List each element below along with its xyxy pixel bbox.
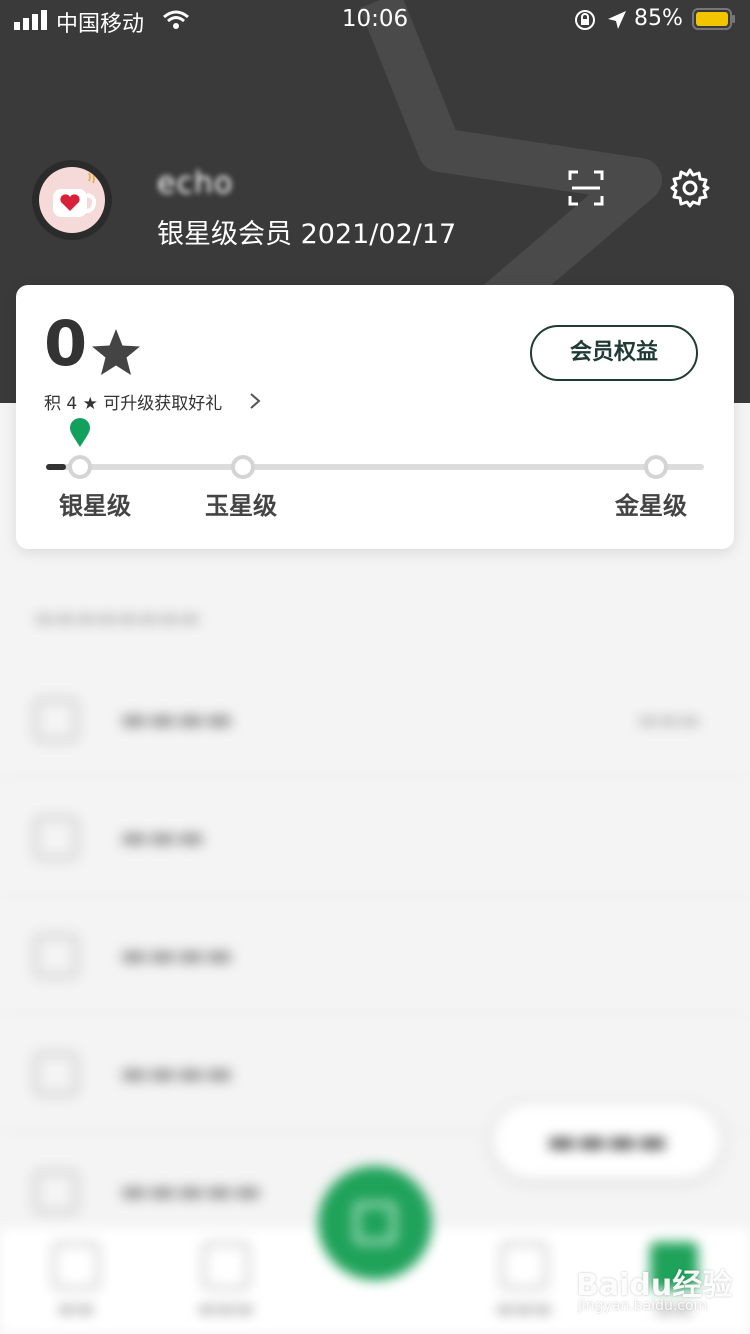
tab-cup[interactable]: ▬▬▬ xyxy=(166,1228,286,1334)
tier-label-jade: 玉星级 xyxy=(205,492,277,520)
avatar[interactable] xyxy=(32,160,112,240)
avatar-image xyxy=(39,167,105,233)
tab-home[interactable]: ▬▬ xyxy=(16,1228,136,1334)
scan-icon[interactable] xyxy=(566,168,606,208)
gift-icon xyxy=(34,698,78,742)
watermark-sub: jingyan.baidu.com xyxy=(578,1298,708,1314)
menu-row-1[interactable]: ▬▬▬▬ ▬▬▬ xyxy=(0,660,750,778)
gift-card-icon xyxy=(500,1242,548,1290)
current-position-pin-icon xyxy=(70,418,90,447)
my-order-button[interactable]: ▬▬▬▬ xyxy=(494,1104,720,1178)
tier-node-gold xyxy=(644,455,668,479)
upgrade-hint-link[interactable]: 积 4 ★ 可升级获取好礼 xyxy=(44,389,222,414)
tab-label-home: ▬▬ xyxy=(57,1296,95,1320)
progress-fill xyxy=(46,464,66,470)
menu-label-5: ▬▬▬▬▬ xyxy=(120,1174,262,1209)
menu-label-4: ▬▬▬▬ xyxy=(120,1056,234,1091)
menu-row-2[interactable]: ▬▬▬ xyxy=(0,778,750,896)
cup-icon xyxy=(202,1242,250,1290)
tier-node-jade xyxy=(231,455,255,479)
watermark: Baidu经验 jingyan.baidu.com xyxy=(576,1250,746,1320)
receipt-icon xyxy=(34,934,78,978)
progress-track xyxy=(46,464,704,470)
battery-percent: 85% xyxy=(634,6,683,31)
orientation-lock-icon xyxy=(575,10,595,30)
document-icon xyxy=(34,1052,78,1096)
menu-right-1: ▬▬▬ xyxy=(637,708,700,733)
menu-grid-icon xyxy=(354,1202,396,1244)
menu-label-3: ▬▬▬▬ xyxy=(120,938,234,973)
order-fab-button[interactable] xyxy=(318,1166,432,1280)
menu-label-2: ▬▬▬ xyxy=(120,820,206,855)
gear-icon[interactable] xyxy=(669,167,711,209)
star-level-card: 0 积 4 ★ 可升级获取好礼 会员权益 银星级 玉星级 金星级 xyxy=(16,285,734,549)
menu-row-3[interactable]: ▬▬▬▬ xyxy=(0,896,750,1014)
tab-label-cup: ▬▬▬ xyxy=(197,1296,255,1320)
battery-icon xyxy=(692,8,735,30)
tier-label-silver: 银星级 xyxy=(59,492,131,520)
tab-gift[interactable]: ▬▬▬ xyxy=(464,1228,584,1334)
member-level-date: 银星级会员 2021/02/17 xyxy=(157,219,457,250)
tier-node-silver xyxy=(68,455,92,479)
home-icon xyxy=(52,1242,100,1290)
tag-icon xyxy=(34,816,78,860)
tab-label-gift: ▬▬▬ xyxy=(495,1296,553,1320)
menu-label-1: ▬▬▬▬ xyxy=(120,702,234,737)
star-icon xyxy=(92,329,140,375)
status-bar: 中国移动 10:06 85% xyxy=(0,0,750,40)
username: echo xyxy=(157,166,234,201)
section-title-blurred: ▬▬▬▬▬▬▬▬ xyxy=(34,606,201,631)
coffee-cup-heart-icon xyxy=(53,172,97,217)
star-count: 0 xyxy=(44,307,88,380)
blurred-menu-area: ▬▬▬▬▬▬▬▬ ▬▬▬▬ ▬▬▬ ▬▬▬ ▬▬▬▬ ▬▬▬▬ ▬▬▬▬▬ ▬▬… xyxy=(0,560,750,1334)
tier-label-gold: 金星级 xyxy=(615,492,687,520)
location-icon xyxy=(608,11,626,29)
member-benefits-button[interactable]: 会员权益 xyxy=(530,325,698,381)
help-icon xyxy=(34,1170,78,1214)
chevron-right-icon[interactable] xyxy=(248,391,262,411)
